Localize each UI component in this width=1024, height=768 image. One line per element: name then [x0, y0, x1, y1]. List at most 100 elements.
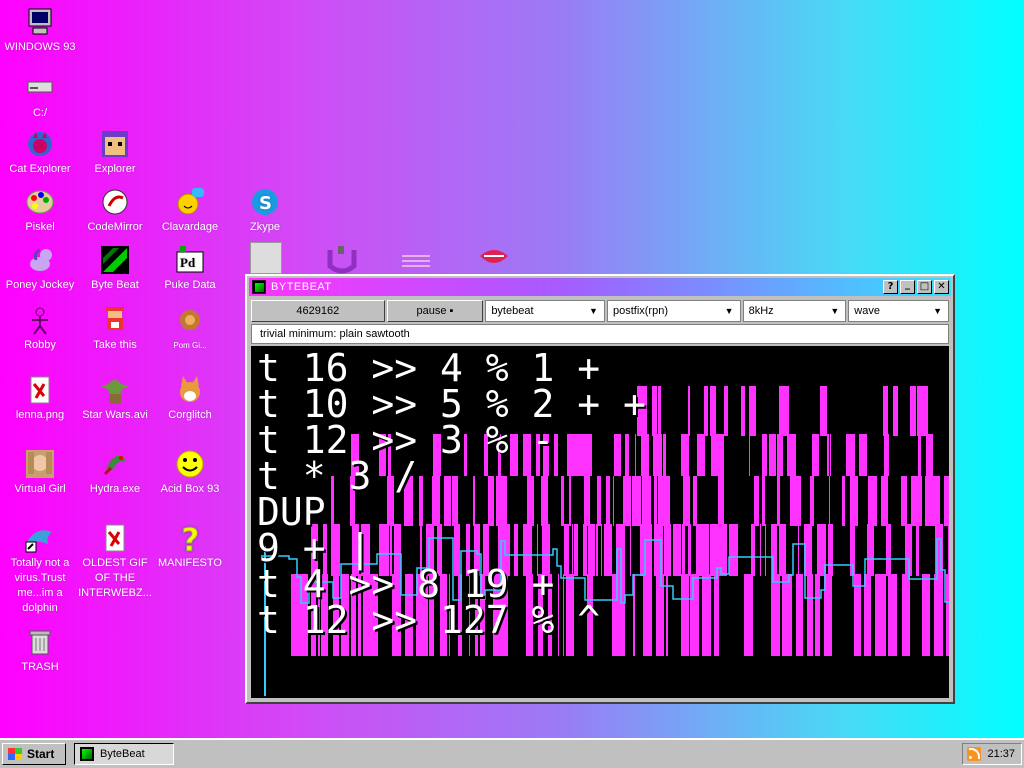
code-line[interactable]: t 12 >> 127 % ^: [257, 600, 600, 640]
rate-select[interactable]: 8kHz ▼: [742, 300, 847, 322]
viz-bar: [704, 574, 711, 656]
desktop-icon-oldest-gif[interactable]: OLDEST GIF OF THE INTERWEBZ...: [77, 522, 153, 601]
viz-bar: [640, 524, 644, 576]
desktop-icon-codemirror[interactable]: CodeMirror: [77, 186, 153, 235]
bytebeat-icon: [101, 246, 129, 274]
viz-bar: [846, 434, 855, 476]
desktop-icon-robby[interactable]: Robby: [2, 304, 78, 353]
desktop-icon-lenna[interactable]: lenna.png: [2, 374, 78, 423]
desktop-icon-u-partial[interactable]: [326, 244, 358, 274]
desktop-icon-clavardage[interactable]: Clavardage: [152, 186, 228, 235]
viz-bar: [625, 434, 629, 476]
taskbar: Start ByteBeat 21:37: [0, 738, 1024, 768]
desktop-icon-windows93[interactable]: WINDOWS 93: [2, 6, 78, 55]
close-button[interactable]: ✕: [934, 280, 949, 294]
taskbar-item-bytebeat[interactable]: ByteBeat: [74, 743, 174, 765]
desktop-icon-lips-partial[interactable]: [478, 244, 510, 274]
desktop-icon-dolphin[interactable]: Totally not a virus.Trust me...im a dolp…: [2, 522, 78, 616]
desktop-icon-virtual-girl[interactable]: Virtual Girl: [2, 448, 78, 497]
viz-bar: [606, 476, 610, 526]
viz-bar: [810, 476, 814, 526]
desktop-icon-label: Star Wars.avi: [82, 409, 148, 421]
desktop-icon-poney-jockey[interactable]: Poney Jockey: [2, 244, 78, 293]
desktop-icon-lines-partial[interactable]: [400, 250, 432, 270]
bytebeat-icon: [80, 747, 94, 761]
viz-bar: [613, 476, 614, 526]
viz-bar: [444, 476, 450, 526]
viz-bar: [713, 434, 718, 476]
viz-bar: [583, 524, 587, 576]
desktop-icon-label: Puke Data: [164, 279, 216, 291]
viz-bar: [614, 434, 621, 476]
viz-bar: [917, 386, 920, 436]
viz-bar: [554, 434, 558, 476]
bytebeat-window[interactable]: BYTEBEAT ? _ □ ✕ 4629162 pause ▪ bytebea…: [245, 274, 955, 704]
view-select[interactable]: wave ▼: [848, 300, 949, 322]
viz-bar: [668, 476, 670, 526]
viz-bar: [920, 386, 928, 436]
bytebeat-canvas[interactable]: t 16 >> 4 % 1 + t 10 >> 5 % 2 + + t 12 >…: [251, 346, 949, 698]
viz-bar: [782, 524, 786, 576]
desktop-icon-piskel[interactable]: Piskel: [2, 186, 78, 235]
viz-bar: [681, 574, 689, 656]
pause-button[interactable]: pause ▪: [386, 300, 484, 322]
viz-bar: [888, 574, 897, 656]
window-titlebar[interactable]: BYTEBEAT ? _ □ ✕: [249, 278, 951, 296]
desktop-icon-label: Byte Beat: [91, 279, 139, 291]
desktop-icon-hydra[interactable]: Hydra.exe: [77, 448, 153, 497]
viz-bar: [884, 434, 889, 476]
help-button[interactable]: ?: [883, 280, 898, 294]
syntax-select[interactable]: postfix(rpn) ▼: [606, 300, 741, 322]
viz-bar: [777, 476, 780, 526]
viz-bar: [787, 574, 792, 656]
viz-bar: [922, 574, 930, 656]
desktop-icon-face-partial[interactable]: [250, 242, 282, 274]
viz-bar: [868, 476, 877, 526]
viz-bar: [701, 524, 709, 576]
desktop-icon-c-drive[interactable]: C:/: [2, 72, 78, 121]
syntax-select-value: postfix(rpn): [612, 305, 668, 317]
viz-bar: [777, 434, 783, 476]
trash-icon: [29, 630, 51, 655]
viz-bar: [946, 574, 949, 656]
viz-bar: [920, 476, 922, 526]
desktop-icon-take-this[interactable]: Take this: [77, 304, 153, 353]
svg-text:Pd: Pd: [180, 255, 196, 270]
desktop-icon-puke-data[interactable]: Pd Puke Data: [152, 244, 228, 293]
desktop-icon-corglitch[interactable]: Corglitch: [152, 374, 228, 423]
maximize-button[interactable]: □: [917, 280, 932, 294]
chevron-down-icon: ▼: [830, 306, 840, 316]
desktop-icon-star-wars[interactable]: Star Wars.avi: [77, 374, 153, 423]
desktop-icon-trash[interactable]: TRASH: [2, 626, 78, 675]
viz-bar: [664, 524, 671, 576]
viz-bar: [724, 386, 728, 436]
desktop-icon-zkype[interactable]: S Zkype: [227, 186, 303, 235]
minimize-button[interactable]: _: [900, 280, 915, 294]
viz-bar: [749, 574, 753, 656]
start-button[interactable]: Start: [2, 743, 66, 765]
desktop-icon-cat-explorer[interactable]: Cat Explorer: [2, 128, 78, 177]
viz-bar: [567, 434, 576, 476]
viz-bar: [796, 476, 801, 526]
viz-bar: [901, 476, 907, 526]
viz-bar: [597, 476, 601, 526]
question-icon: ?: [181, 522, 201, 554]
viz-bar: [660, 476, 668, 526]
viz-bar: [749, 434, 750, 476]
desktop-icon-acid-box[interactable]: Acid Box 93: [152, 448, 228, 497]
desktop-icon-label: WINDOWS 93: [4, 41, 76, 53]
rss-icon[interactable]: [967, 747, 981, 761]
time-counter[interactable]: 4629162: [251, 300, 385, 322]
mode-select[interactable]: bytebeat ▼: [485, 300, 605, 322]
windows-logo-icon: [8, 748, 22, 760]
desktop-icon-byte-beat[interactable]: Byte Beat: [77, 244, 153, 293]
viz-bar: [704, 386, 708, 436]
viz-bar: [754, 476, 759, 526]
desktop-icon-pomgi[interactable]: Pom Gi...: [152, 304, 228, 353]
desktop-icon-manifesto[interactable]: ? MANIFESTO: [152, 522, 228, 571]
taskbar-item-label: ByteBeat: [100, 748, 145, 760]
viz-bar: [681, 434, 689, 476]
desktop-icon-explorer[interactable]: Explorer: [77, 128, 153, 177]
desktop-icon-label: Virtual Girl: [14, 483, 66, 495]
viz-bar: [711, 434, 713, 476]
